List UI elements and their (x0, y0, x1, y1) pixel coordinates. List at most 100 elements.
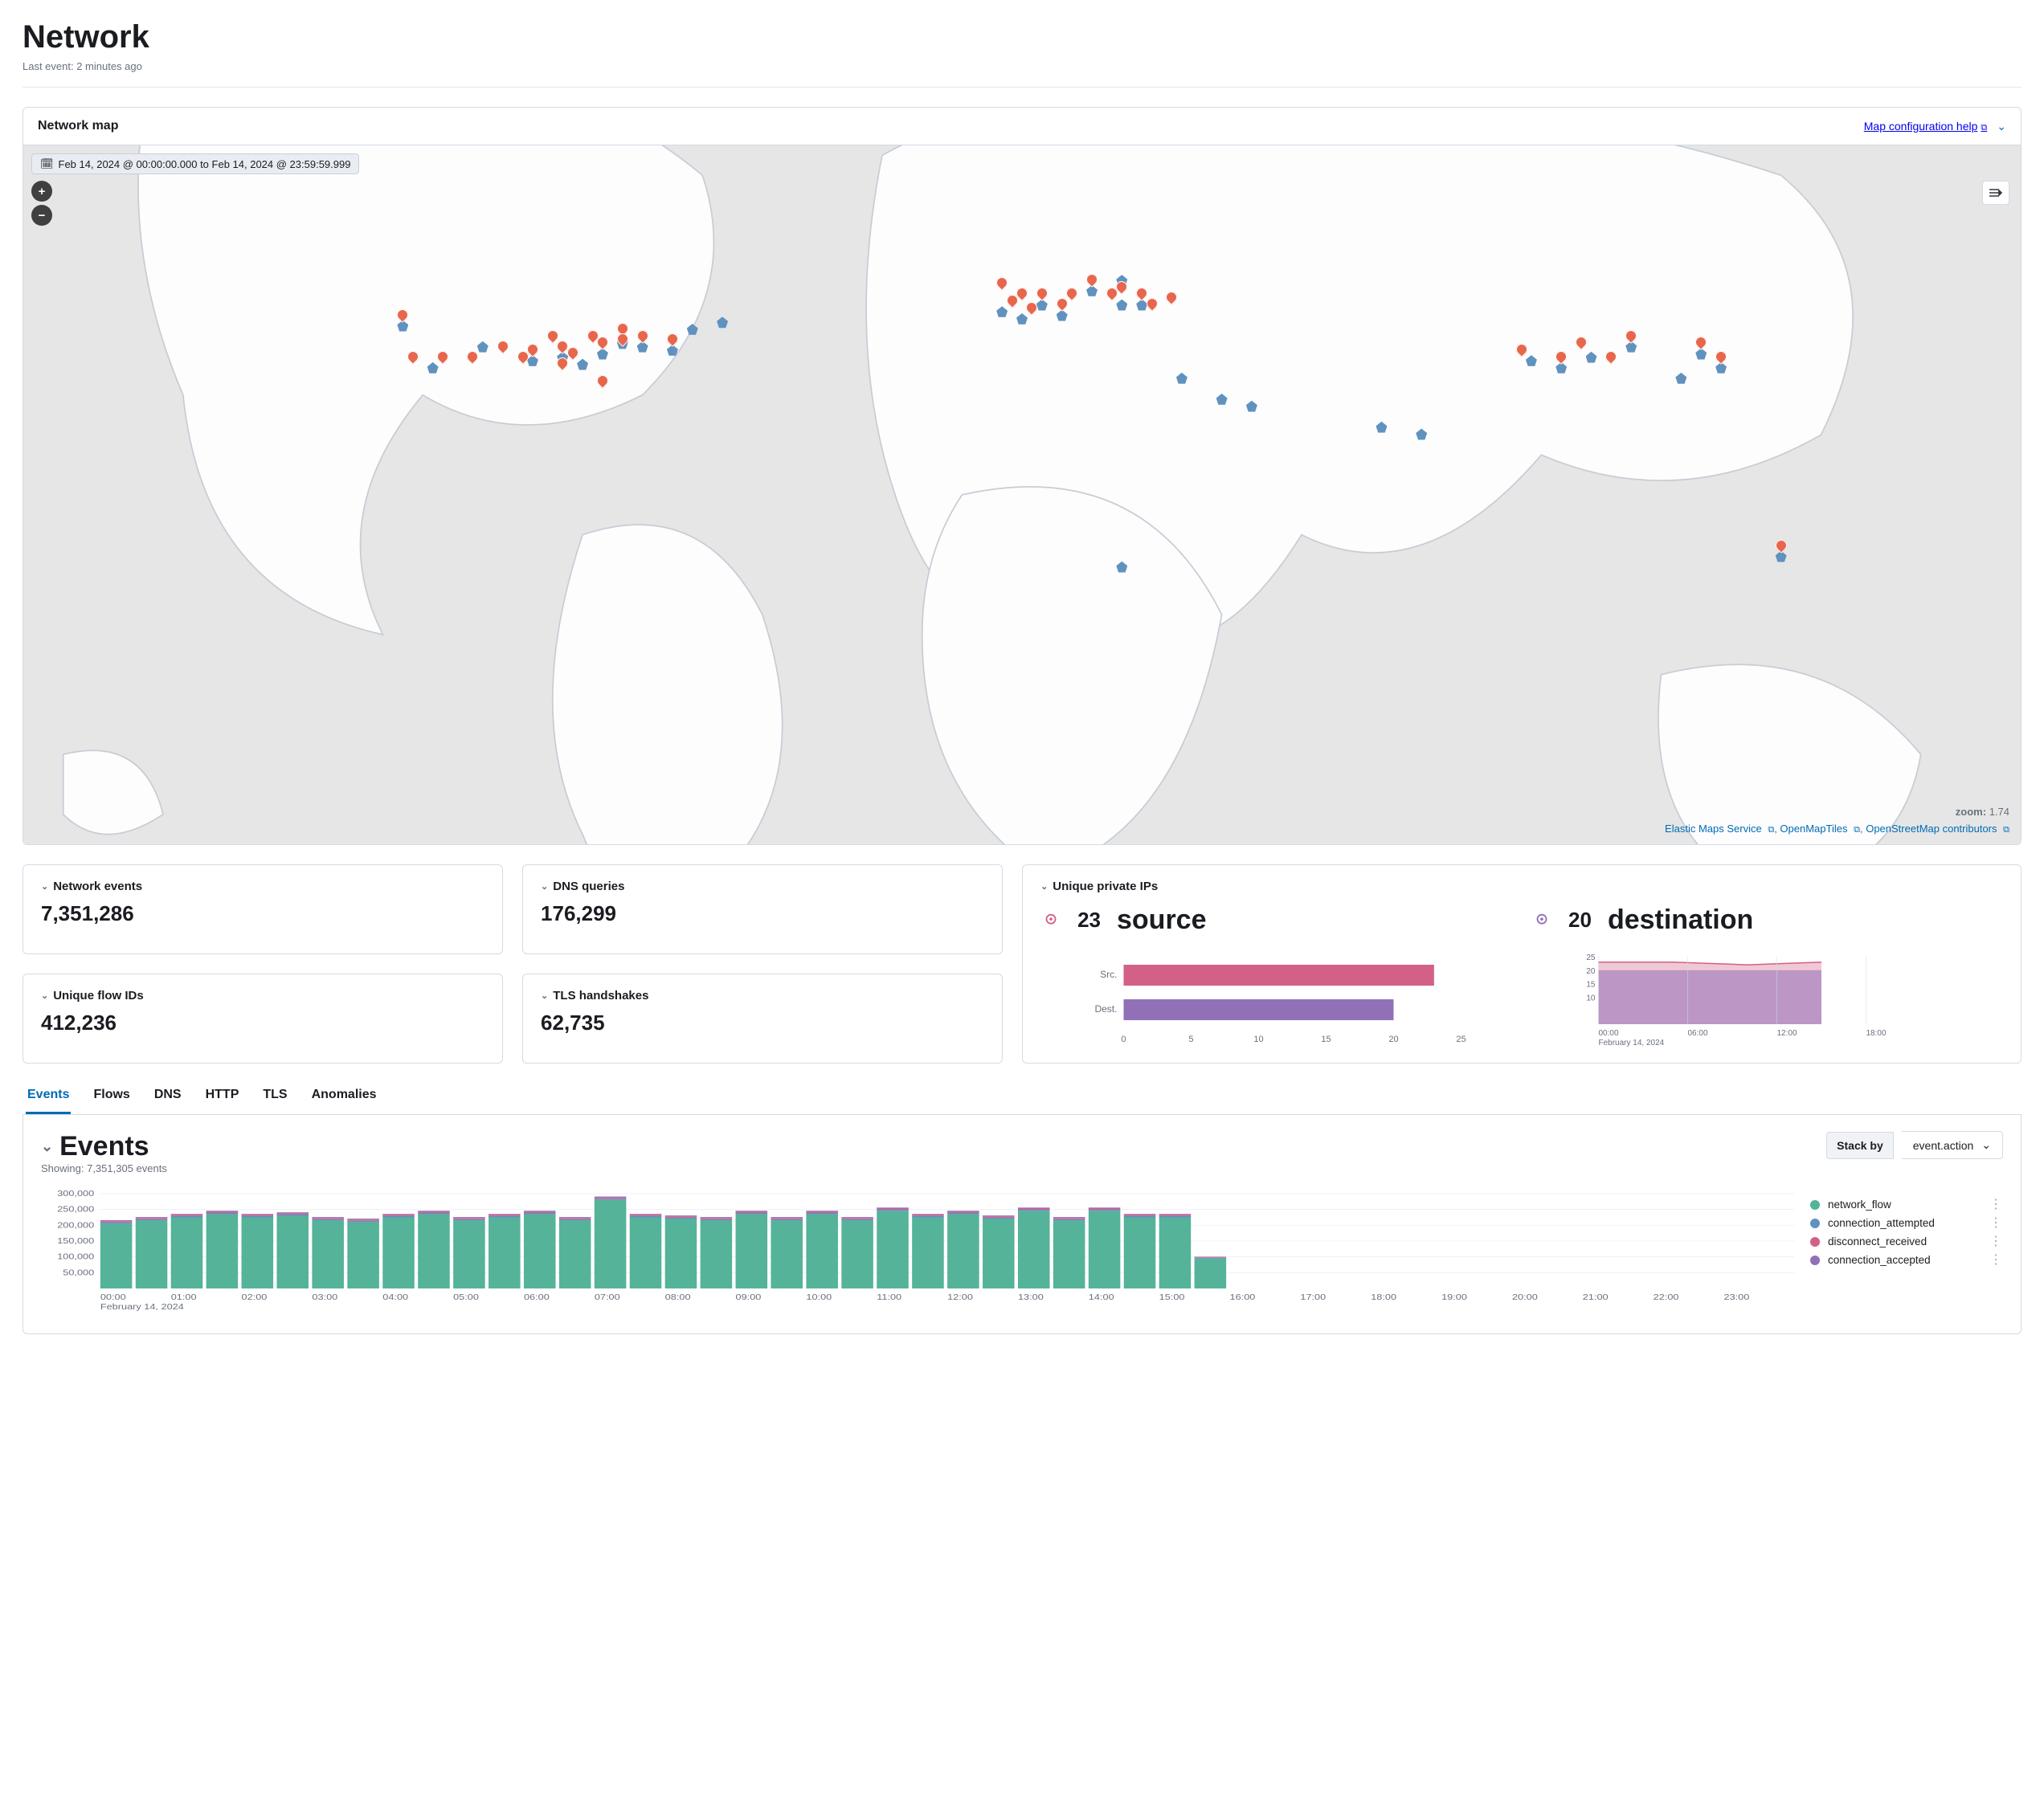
map-destination-pin[interactable] (1416, 428, 1427, 439)
stack-by-label: Stack by (1826, 1132, 1894, 1159)
tab-anomalies[interactable]: Anomalies (310, 1078, 378, 1114)
svg-text:20:00: 20:00 (1512, 1293, 1538, 1301)
unique-ips-bar-chart[interactable]: Src.Dest.0510152025 (1040, 952, 1512, 1048)
map-destination-pin[interactable] (577, 358, 588, 370)
svg-text:15:00: 15:00 (1159, 1293, 1185, 1301)
legend-swatch (1810, 1237, 1820, 1247)
map-destination-pin[interactable] (1016, 313, 1028, 325)
tab-dns[interactable]: DNS (153, 1078, 183, 1114)
svg-text:100,000: 100,000 (57, 1253, 94, 1261)
svg-text:February 14, 2024: February 14, 2024 (1599, 1039, 1665, 1047)
caret-down-icon[interactable]: ⌄ (541, 881, 548, 892)
map-config-help-link[interactable]: Map configuration help⧉ (1864, 120, 1988, 133)
svg-text:15: 15 (1321, 1035, 1331, 1044)
map-destination-pin[interactable] (1586, 352, 1597, 363)
source-pin-icon (1040, 910, 1061, 931)
caret-down-icon[interactable]: ⌄ (1040, 881, 1048, 892)
unique-ips-destination-stat: 20 destination (1531, 904, 2003, 936)
map-zoom-in-button[interactable]: + (31, 181, 52, 202)
map-attribution-link-1[interactable]: OpenMapTiles ⧉ (1780, 823, 1860, 835)
legend-item-connection_accepted[interactable]: connection_accepted⋮ (1810, 1251, 2003, 1269)
caret-down-icon[interactable]: ⌄ (41, 990, 48, 1001)
map-date-range-pill[interactable]: 🗓 Feb 14, 2024 @ 00:00:00.000 to Feb 14,… (31, 153, 359, 174)
caret-down-icon[interactable]: ⌄ (541, 990, 548, 1001)
svg-text:25: 25 (1456, 1035, 1466, 1044)
map-destination-pin[interactable] (1675, 373, 1686, 384)
tab-http[interactable]: HTTP (204, 1078, 241, 1114)
svg-text:10: 10 (1586, 994, 1596, 1003)
legend-swatch (1810, 1200, 1820, 1210)
legend-item-menu[interactable]: ⋮ (1989, 1219, 2003, 1228)
stack-by-select[interactable]: event.action ⌄ (1902, 1131, 2003, 1159)
map-destination-pin[interactable] (427, 362, 439, 374)
map-destination-pin[interactable] (996, 306, 1008, 317)
map-destination-pin[interactable] (687, 324, 698, 335)
map-date-range-text: Feb 14, 2024 @ 00:00:00.000 to Feb 14, 2… (59, 158, 351, 170)
svg-text:05:00: 05:00 (453, 1293, 479, 1301)
dns-queries-label: DNS queries (553, 880, 624, 893)
svg-text:01:00: 01:00 (171, 1293, 197, 1301)
stack-by-value: event.action (1913, 1139, 1974, 1152)
map-destination-pin[interactable] (1246, 401, 1257, 412)
map-panel-collapse-toggle[interactable]: ⌄ (1997, 120, 2006, 133)
tab-events[interactable]: Events (26, 1078, 71, 1114)
section-tabs: Events Flows DNS HTTP TLS Anomalies (22, 1078, 2022, 1115)
svg-text:00:00: 00:00 (100, 1293, 126, 1301)
calendar-icon: 🗓 (40, 157, 54, 170)
page-subtitle: Last event: 2 minutes ago (22, 60, 2022, 72)
svg-text:5: 5 (1188, 1035, 1193, 1044)
unique-ips-destination-label: destination (1608, 904, 1753, 936)
legend-item-menu[interactable]: ⋮ (1989, 1200, 2003, 1210)
caret-down-icon[interactable]: ⌄ (41, 1138, 53, 1155)
map-destination-pin[interactable] (1526, 355, 1537, 366)
legend-item-connection_attempted[interactable]: connection_attempted⋮ (1810, 1214, 2003, 1232)
tls-handshakes-label: TLS handshakes (553, 989, 648, 1003)
legend-item-network_flow[interactable]: network_flow⋮ (1810, 1195, 2003, 1214)
unique-ips-destination-count: 20 (1568, 908, 1592, 933)
legend-swatch (1810, 1256, 1820, 1265)
unique-private-ips-card: ⌄Unique private IPs 23 source 20 destina… (1022, 864, 2022, 1064)
unique-ips-source-count: 23 (1077, 908, 1101, 933)
svg-text:16:00: 16:00 (1230, 1293, 1256, 1301)
map-zoom-out-button[interactable]: − (31, 205, 52, 226)
svg-text:50,000: 50,000 (63, 1268, 94, 1276)
map-attribution-link-2[interactable]: OpenStreetMap contributors ⧉ (1866, 823, 2009, 835)
unique-ips-source-label: source (1117, 904, 1207, 936)
network-map-title: Network map (38, 119, 118, 133)
network-events-label: Network events (53, 880, 142, 893)
svg-text:Src.: Src. (1100, 969, 1117, 980)
svg-text:11:00: 11:00 (877, 1293, 901, 1301)
map-layers-button[interactable] (1982, 181, 2009, 205)
map-destination-pin[interactable] (1376, 422, 1387, 433)
legend-item-menu[interactable]: ⋮ (1989, 1256, 2003, 1265)
map-destination-pin[interactable] (1176, 373, 1188, 384)
map-destination-pin[interactable] (477, 341, 489, 353)
svg-text:25: 25 (1586, 954, 1596, 962)
map-zoom-controls: + − (31, 181, 52, 229)
map-destination-pin[interactable] (1116, 561, 1127, 573)
legend-swatch (1810, 1219, 1820, 1228)
svg-text:18:00: 18:00 (1866, 1029, 1887, 1038)
svg-text:04:00: 04:00 (382, 1293, 408, 1301)
svg-text:03:00: 03:00 (312, 1293, 337, 1301)
svg-text:10:00: 10:00 (806, 1293, 832, 1301)
tab-flows[interactable]: Flows (92, 1078, 131, 1114)
tab-tls[interactable]: TLS (261, 1078, 288, 1114)
page-title: Network (22, 19, 2022, 55)
svg-text:February 14, 2024: February 14, 2024 (100, 1303, 185, 1311)
svg-text:13:00: 13:00 (1018, 1293, 1044, 1301)
legend-label: disconnect_received (1828, 1235, 1927, 1248)
map-attribution-link-0[interactable]: Elastic Maps Service ⧉ (1665, 823, 1774, 835)
dns-queries-value: 176,299 (541, 901, 984, 926)
network-map[interactable]: 🗓 Feb 14, 2024 @ 00:00:00.000 to Feb 14,… (23, 145, 2021, 844)
legend-item-menu[interactable]: ⋮ (1989, 1237, 2003, 1247)
svg-text:200,000: 200,000 (57, 1221, 94, 1229)
map-destination-pin[interactable] (717, 316, 728, 328)
map-destination-pin[interactable] (1116, 300, 1127, 311)
caret-down-icon[interactable]: ⌄ (41, 881, 48, 892)
events-histogram-chart[interactable]: 50,000100,000150,000200,000250,000300,00… (41, 1190, 1801, 1311)
unique-ips-area-chart[interactable]: 1015202500:0006:0012:0018:00February 14,… (1531, 952, 2003, 1048)
map-destination-pin[interactable] (1216, 394, 1228, 405)
world-map-svg (23, 145, 2021, 844)
legend-item-disconnect_received[interactable]: disconnect_received ⋮ (1810, 1232, 2003, 1251)
